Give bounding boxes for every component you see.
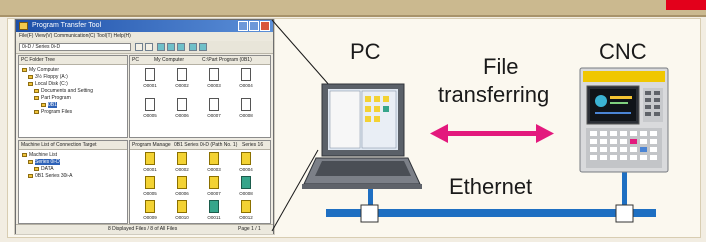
cnc-label: CNC — [599, 39, 647, 64]
cnc-connector — [615, 204, 634, 223]
ethernet-label: Ethernet — [449, 174, 533, 199]
figure-frame: Program Transfer Tool File(F) View(V) Co… — [0, 0, 706, 242]
pc-connector — [360, 204, 379, 223]
file-transfer-arrow — [430, 124, 554, 143]
callout-line-top — [271, 19, 331, 87]
callout-line-bottom — [271, 149, 319, 232]
pc-label: PC — [350, 39, 381, 64]
cnc-controller-icon — [579, 67, 669, 173]
laptop-icon — [302, 83, 422, 189]
network-diagram — [271, 19, 669, 232]
transfer-label-line1: File — [483, 54, 519, 79]
transfer-label-line2: transferring — [438, 82, 550, 107]
